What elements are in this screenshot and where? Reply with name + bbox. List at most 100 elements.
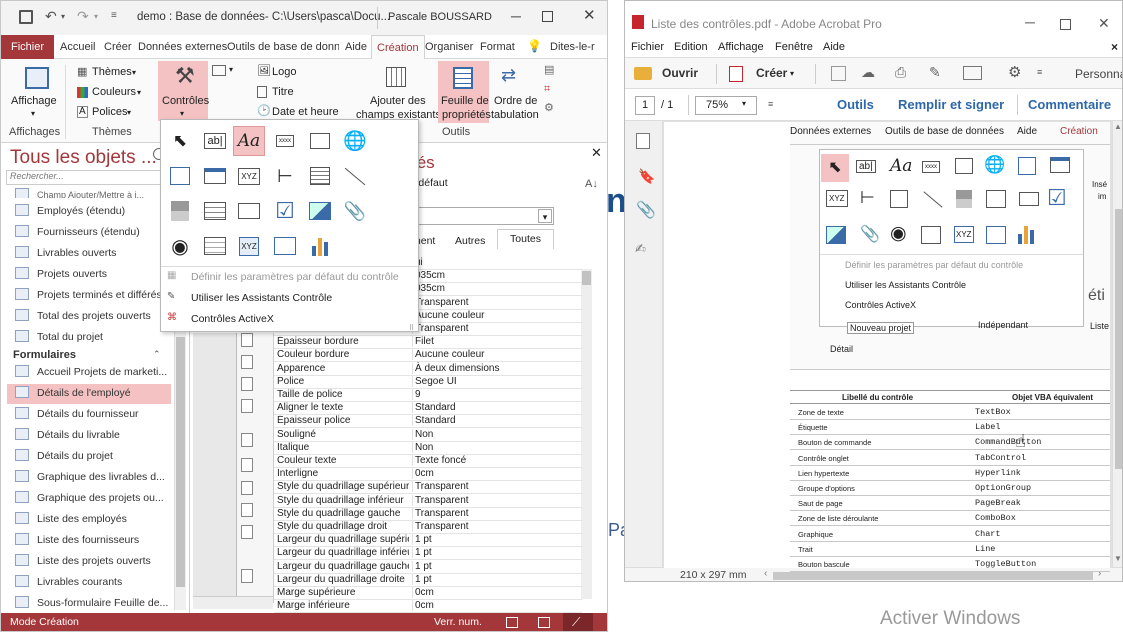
attachments-icon[interactable]: 📎 <box>636 203 656 219</box>
date-heure-button[interactable]: Date et heure <box>272 106 339 118</box>
zoom-select[interactable]: 75% <box>695 96 757 115</box>
button-icon[interactable]: xxxx <box>269 126 301 156</box>
existing-fields-icon[interactable] <box>386 67 406 87</box>
menu-activex[interactable]: Contrôles ActiveX <box>191 313 274 325</box>
list-item[interactable]: Projets ouverts <box>15 267 170 287</box>
option-button-icon[interactable]: ◉ <box>164 231 196 261</box>
design-view-button[interactable]: ⟋ <box>563 613 593 631</box>
convert-macros-icon[interactable]: ⚙ <box>544 103 554 114</box>
form-design-canvas[interactable] <box>237 333 274 603</box>
tools-tab[interactable]: Outils <box>837 97 874 112</box>
property-row[interactable]: Style du quadrillage droit Transparent <box>274 521 582 534</box>
line-icon[interactable] <box>339 161 371 191</box>
ajouter-label[interactable]: Ajouter des <box>370 95 426 107</box>
property-row[interactable]: Taille de police 9 <box>274 389 582 402</box>
tell-me-box[interactable]: Dites-le-r <box>550 35 595 59</box>
ouvrir-button[interactable]: Ouvrir <box>662 66 698 80</box>
titre-button[interactable]: Titre <box>272 86 294 98</box>
chevron-down-icon[interactable]: ▾ <box>742 100 746 108</box>
nav-title[interactable]: Tous les objets ... <box>10 147 157 169</box>
fonts-icon[interactable]: A <box>77 106 88 118</box>
tabulation-button[interactable]: tabulation <box>491 109 539 121</box>
tab-format[interactable]: Format <box>480 35 515 59</box>
property-value[interactable]: Non <box>412 428 582 440</box>
property-row[interactable]: Aligner le texte Standard <box>274 402 582 416</box>
property-value[interactable]: ui <box>412 257 582 268</box>
tab-toutes[interactable]: Toutes <box>497 229 554 249</box>
list-item[interactable]: Projets terminés et différés <box>15 288 170 308</box>
comment-tab[interactable]: Commentaire <box>1028 97 1111 112</box>
list-item[interactable]: Graphique des livrables d... <box>15 470 170 490</box>
tab-donnees-externes[interactable]: Données externes <box>138 35 227 59</box>
tab-autres[interactable]: Autres <box>455 232 485 250</box>
property-row[interactable]: Italique Non <box>274 441 582 455</box>
proprietes-button[interactable]: propriétés <box>442 109 491 121</box>
checkbox-icon[interactable]: ☑ <box>269 196 301 226</box>
textbox-icon[interactable]: ab| <box>199 126 231 156</box>
tab-creation[interactable]: Création <box>371 35 425 59</box>
chart-icon[interactable] <box>304 231 336 261</box>
property-row[interactable]: Largeur du quadrillage gauche 1 pt <box>274 560 582 574</box>
navigation-control-icon[interactable] <box>199 161 231 191</box>
property-value[interactable]: Transparent <box>412 521 582 532</box>
list-item[interactable]: Détails du fournisseur <box>15 407 170 427</box>
list-item[interactable]: Livrables courants <box>15 575 170 595</box>
page-break-icon[interactable]: ⊢ <box>269 161 301 191</box>
property-value[interactable]: Transparent <box>412 323 582 334</box>
create-pdf-icon[interactable] <box>729 66 743 82</box>
pdf-scrollbar[interactable]: ▲ ▼ <box>1112 121 1122 567</box>
horizontal-scrollbar[interactable] <box>773 572 1093 580</box>
tab-aide[interactable]: Aide <box>345 35 367 59</box>
property-value[interactable]: À deux dimensions <box>412 362 582 374</box>
list-item[interactable]: Détails du livrable <box>15 428 170 448</box>
clock-icon[interactable]: 🕑 <box>257 106 271 117</box>
save-icon[interactable] <box>19 10 33 24</box>
save-icon[interactable] <box>831 66 846 81</box>
property-value[interactable]: Aucune couleur <box>412 309 582 321</box>
image-icon[interactable] <box>304 196 336 226</box>
customize-qat-icon[interactable]: ≡ <box>111 11 117 21</box>
list-item[interactable]: Accueil Projets de marketi... <box>15 365 170 385</box>
rectangle-icon[interactable] <box>233 196 265 226</box>
property-scrollbar[interactable] <box>581 269 592 599</box>
close-icon[interactable]: ✕ <box>591 146 602 159</box>
form-view-icon[interactable] <box>506 617 518 628</box>
minimize-icon[interactable]: ─ <box>511 9 521 23</box>
property-value[interactable]: Transparent <box>412 296 582 308</box>
minimize-icon[interactable]: ─ <box>1025 15 1035 29</box>
list-item[interactable]: Liste des projets ouverts <box>15 554 170 574</box>
fill-sign-tab[interactable]: Remplir et signer <box>898 97 1004 112</box>
list-item[interactable]: Liste des employés <box>15 512 170 532</box>
gear-icon[interactable]: ⚙ <box>1008 65 1021 80</box>
logo-icon[interactable]: 🖼 <box>257 66 271 77</box>
list-item[interactable]: Livrables ouverts <box>15 246 170 266</box>
undo-icon[interactable]: ↶ <box>45 9 57 23</box>
scroll-left-icon[interactable]: ‹ <box>764 569 767 579</box>
user-name[interactable]: Pascale BOUSSARD <box>388 11 492 23</box>
chevron-down-icon[interactable]: ▾ <box>180 110 184 118</box>
print-icon[interactable]: ⎙ <box>895 65 906 79</box>
polices-button[interactable]: Polices <box>92 106 127 118</box>
couleurs-button[interactable]: Couleurs <box>92 86 136 98</box>
property-row[interactable]: Épaisseur bordure Filet <box>274 336 582 350</box>
menu-fenetre[interactable]: Fenêtre <box>775 41 813 53</box>
property-value[interactable]: Standard <box>412 415 582 427</box>
personalize-button[interactable]: Personna <box>1075 67 1122 81</box>
chevron-down-icon[interactable]: ▾ <box>132 69 136 77</box>
property-value[interactable]: Transparent <box>412 507 582 519</box>
layout-view-icon[interactable] <box>538 617 550 628</box>
chevron-down-icon[interactable]: ▾ <box>127 109 131 117</box>
property-row[interactable]: Largeur du quadrillage droite 1 pt <box>274 573 582 587</box>
colors-icon[interactable] <box>77 87 88 98</box>
chevron-down-icon[interactable]: ▾ <box>790 70 794 78</box>
property-value[interactable]: 0cm <box>412 468 582 480</box>
horizontal-scrollbar[interactable] <box>193 596 273 609</box>
listbox-icon[interactable] <box>199 196 231 226</box>
redo-icon[interactable]: ↷ <box>77 9 89 23</box>
page-number-input[interactable]: 1 <box>635 96 655 115</box>
themes-button[interactable]: Thèmes <box>92 66 132 78</box>
collapse-icon[interactable]: ⌃ <box>153 350 161 359</box>
resize-grip-icon[interactable]: ⠿ <box>409 325 414 332</box>
tab-order-icon[interactable]: ⇄ <box>501 66 516 84</box>
tab-control-icon[interactable] <box>304 126 336 156</box>
